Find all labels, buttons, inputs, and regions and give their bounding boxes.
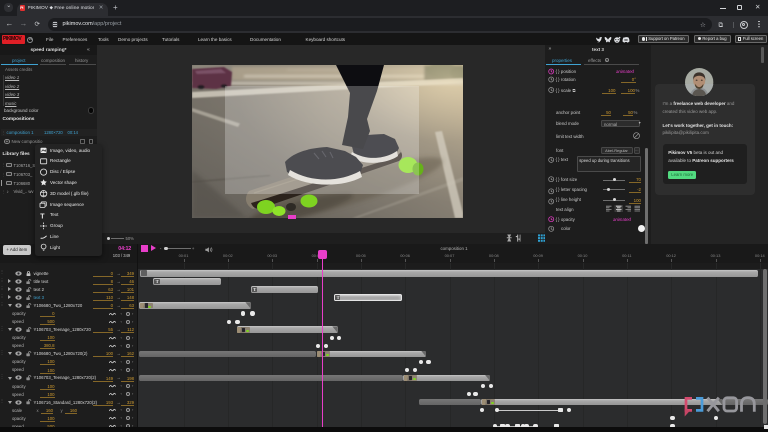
svg-text:T: T bbox=[40, 213, 45, 220]
